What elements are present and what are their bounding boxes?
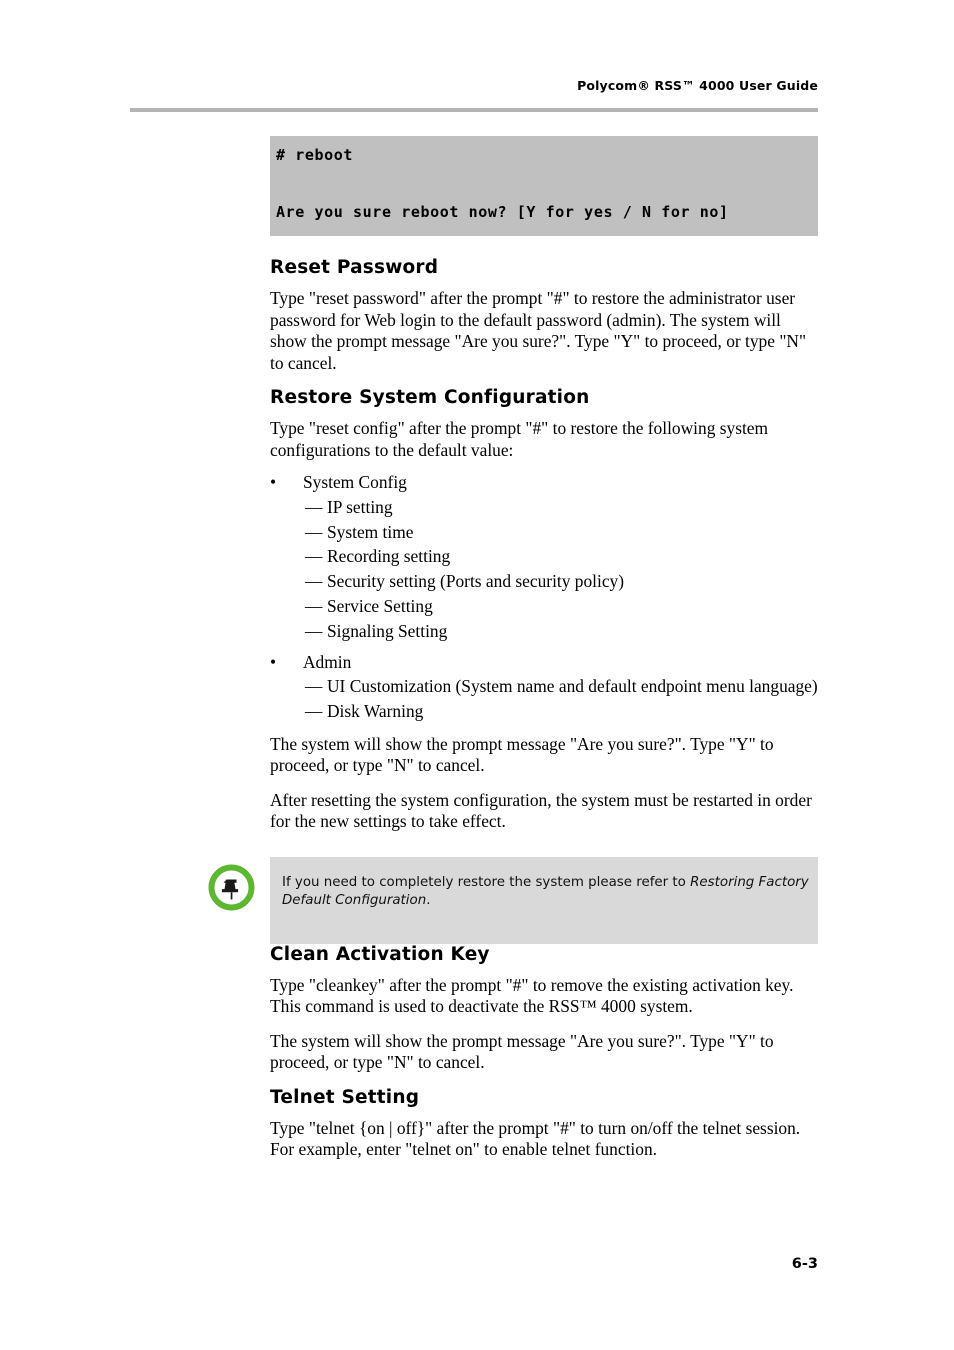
note-text-after: . — [426, 892, 431, 908]
list-item-label: System Config — [303, 472, 407, 492]
list-item-label: Service Setting — [327, 595, 433, 616]
section-heading-clean-activation-key: Clean Activation Key — [270, 943, 490, 965]
dash-marker: — — [305, 546, 323, 567]
list-item: — IP setting — [270, 495, 818, 520]
list-item: • System Config — [270, 470, 818, 495]
paragraph-restore-intro: Type "reset config" after the prompt "#"… — [270, 418, 769, 460]
page-content: # reboot Are you sure reboot now? [Y for… — [208, 136, 818, 1174]
list-item-label: System time — [327, 521, 414, 542]
dash-marker: — — [305, 620, 323, 641]
terminal-line: Are you sure reboot now? [Y for yes / N … — [276, 203, 729, 221]
note-box: If you need to completely restore the sy… — [270, 856, 818, 944]
dash-marker: — — [305, 571, 323, 592]
note-pushpin-icon — [208, 864, 255, 911]
note-text-before: If you need to completely restore the sy… — [282, 874, 691, 890]
bullet-marker: • — [270, 651, 277, 672]
dash-marker: — — [305, 701, 323, 722]
list-item: — Signaling Setting — [270, 619, 818, 644]
list-item-label: IP setting — [327, 496, 393, 517]
list-item-label: Disk Warning — [327, 701, 424, 722]
section-heading-restore-system-configuration: Restore System Configuration — [270, 387, 590, 408]
list-item-label: Security setting (Ports and security pol… — [327, 571, 625, 592]
paragraph-restore-prompt: The system will show the prompt message … — [270, 733, 774, 776]
paragraph-reset-password: Type "reset password" after the prompt "… — [270, 288, 807, 373]
restore-config-list: • System Config — IP setting — System ti… — [270, 470, 818, 724]
terminal-code-block: # reboot Are you sure reboot now? [Y for… — [270, 136, 818, 236]
list-item: — Service Setting — [270, 594, 818, 619]
list-item-label: Recording setting — [327, 546, 451, 567]
list-item-label: Signaling Setting — [327, 620, 448, 641]
list-item: — System time — [270, 520, 818, 545]
note-text: If you need to completely restore the sy… — [282, 874, 810, 910]
bullet-marker: • — [270, 472, 277, 492]
paragraph-telnet: Type "telnet {on | off}" after the promp… — [270, 1117, 801, 1160]
paragraph-cleankey: Type "cleankey" after the prompt "#" to … — [270, 974, 794, 1017]
section-heading-telnet-setting: Telnet Setting — [270, 1086, 420, 1108]
dash-marker: — — [305, 676, 323, 697]
list-item-label: UI Customization (System name and defaul… — [327, 676, 818, 697]
section-heading-reset-password: Reset Password — [270, 257, 439, 278]
document-page: Polycom® RSS™ 4000 User Guide # reboot A… — [0, 0, 954, 1350]
list-item: — Recording setting — [270, 544, 818, 569]
list-item: • Admin — [270, 650, 818, 675]
header-divider — [130, 108, 818, 112]
dash-marker: — — [305, 595, 323, 616]
paragraph-restore-restart: After resetting the system configuration… — [270, 789, 812, 832]
dash-marker: — — [305, 496, 323, 517]
page-number: 6-3 — [791, 1256, 818, 1272]
terminal-line: # reboot — [276, 146, 354, 164]
note-callout: If you need to completely restore the sy… — [208, 856, 818, 944]
list-item-label: Admin — [303, 651, 352, 672]
list-item: — Security setting (Ports and security p… — [270, 569, 818, 594]
dash-marker: — — [305, 521, 323, 542]
page-header-title: Polycom® RSS™ 4000 User Guide — [577, 78, 818, 93]
list-item: — Disk Warning — [270, 699, 818, 724]
paragraph-cleankey-prompt: The system will show the prompt message … — [270, 1030, 774, 1073]
list-item: — UI Customization (System name and defa… — [270, 674, 818, 699]
